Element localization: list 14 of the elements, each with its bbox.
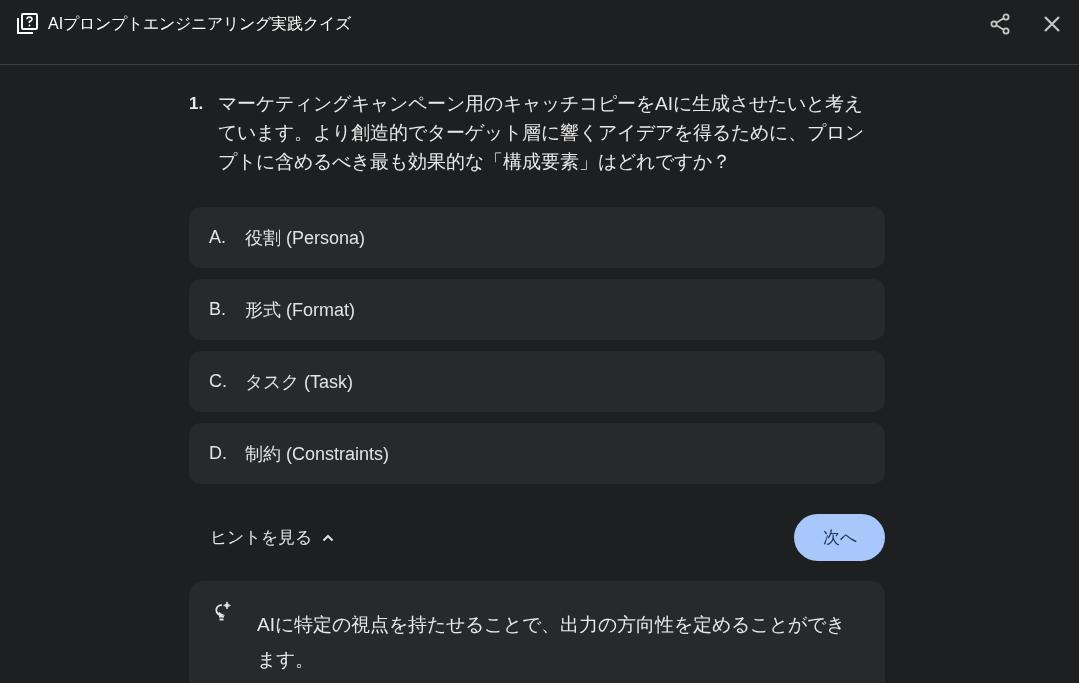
window-title: AIプロンプトエンジニアリング実践クイズ — [48, 14, 353, 34]
hint-toggle[interactable]: ヒントを見る — [189, 518, 342, 557]
answer-option[interactable]: D. 制約 (Constraints) — [189, 423, 885, 484]
answer-option[interactable]: A. 役割 (Persona) — [189, 207, 885, 268]
quiz-icon — [16, 13, 38, 35]
answer-option[interactable]: B. 形式 (Format) — [189, 279, 885, 340]
question-text: マーケティングキャンペーン用のキャッチコピーをAIに生成させたいと考えています。より創造的でターゲット層に響くアイデアを得るために、プロンプトに含めるべき最も効果的な「構成要素」はどれですか？ — [218, 92, 865, 174]
next-button[interactable]: 次へ — [794, 514, 885, 561]
hint-text: AIに特定の視点を持たせることで、出力の方向性を定めることができます。 — [257, 613, 846, 672]
question-number: 1. — [189, 93, 205, 115]
share-icon — [989, 13, 1011, 35]
lightbulb-sparkle-icon — [213, 601, 231, 623]
answer-option[interactable]: C. タスク (Task) — [189, 351, 885, 412]
chevron-icon — [322, 533, 334, 542]
